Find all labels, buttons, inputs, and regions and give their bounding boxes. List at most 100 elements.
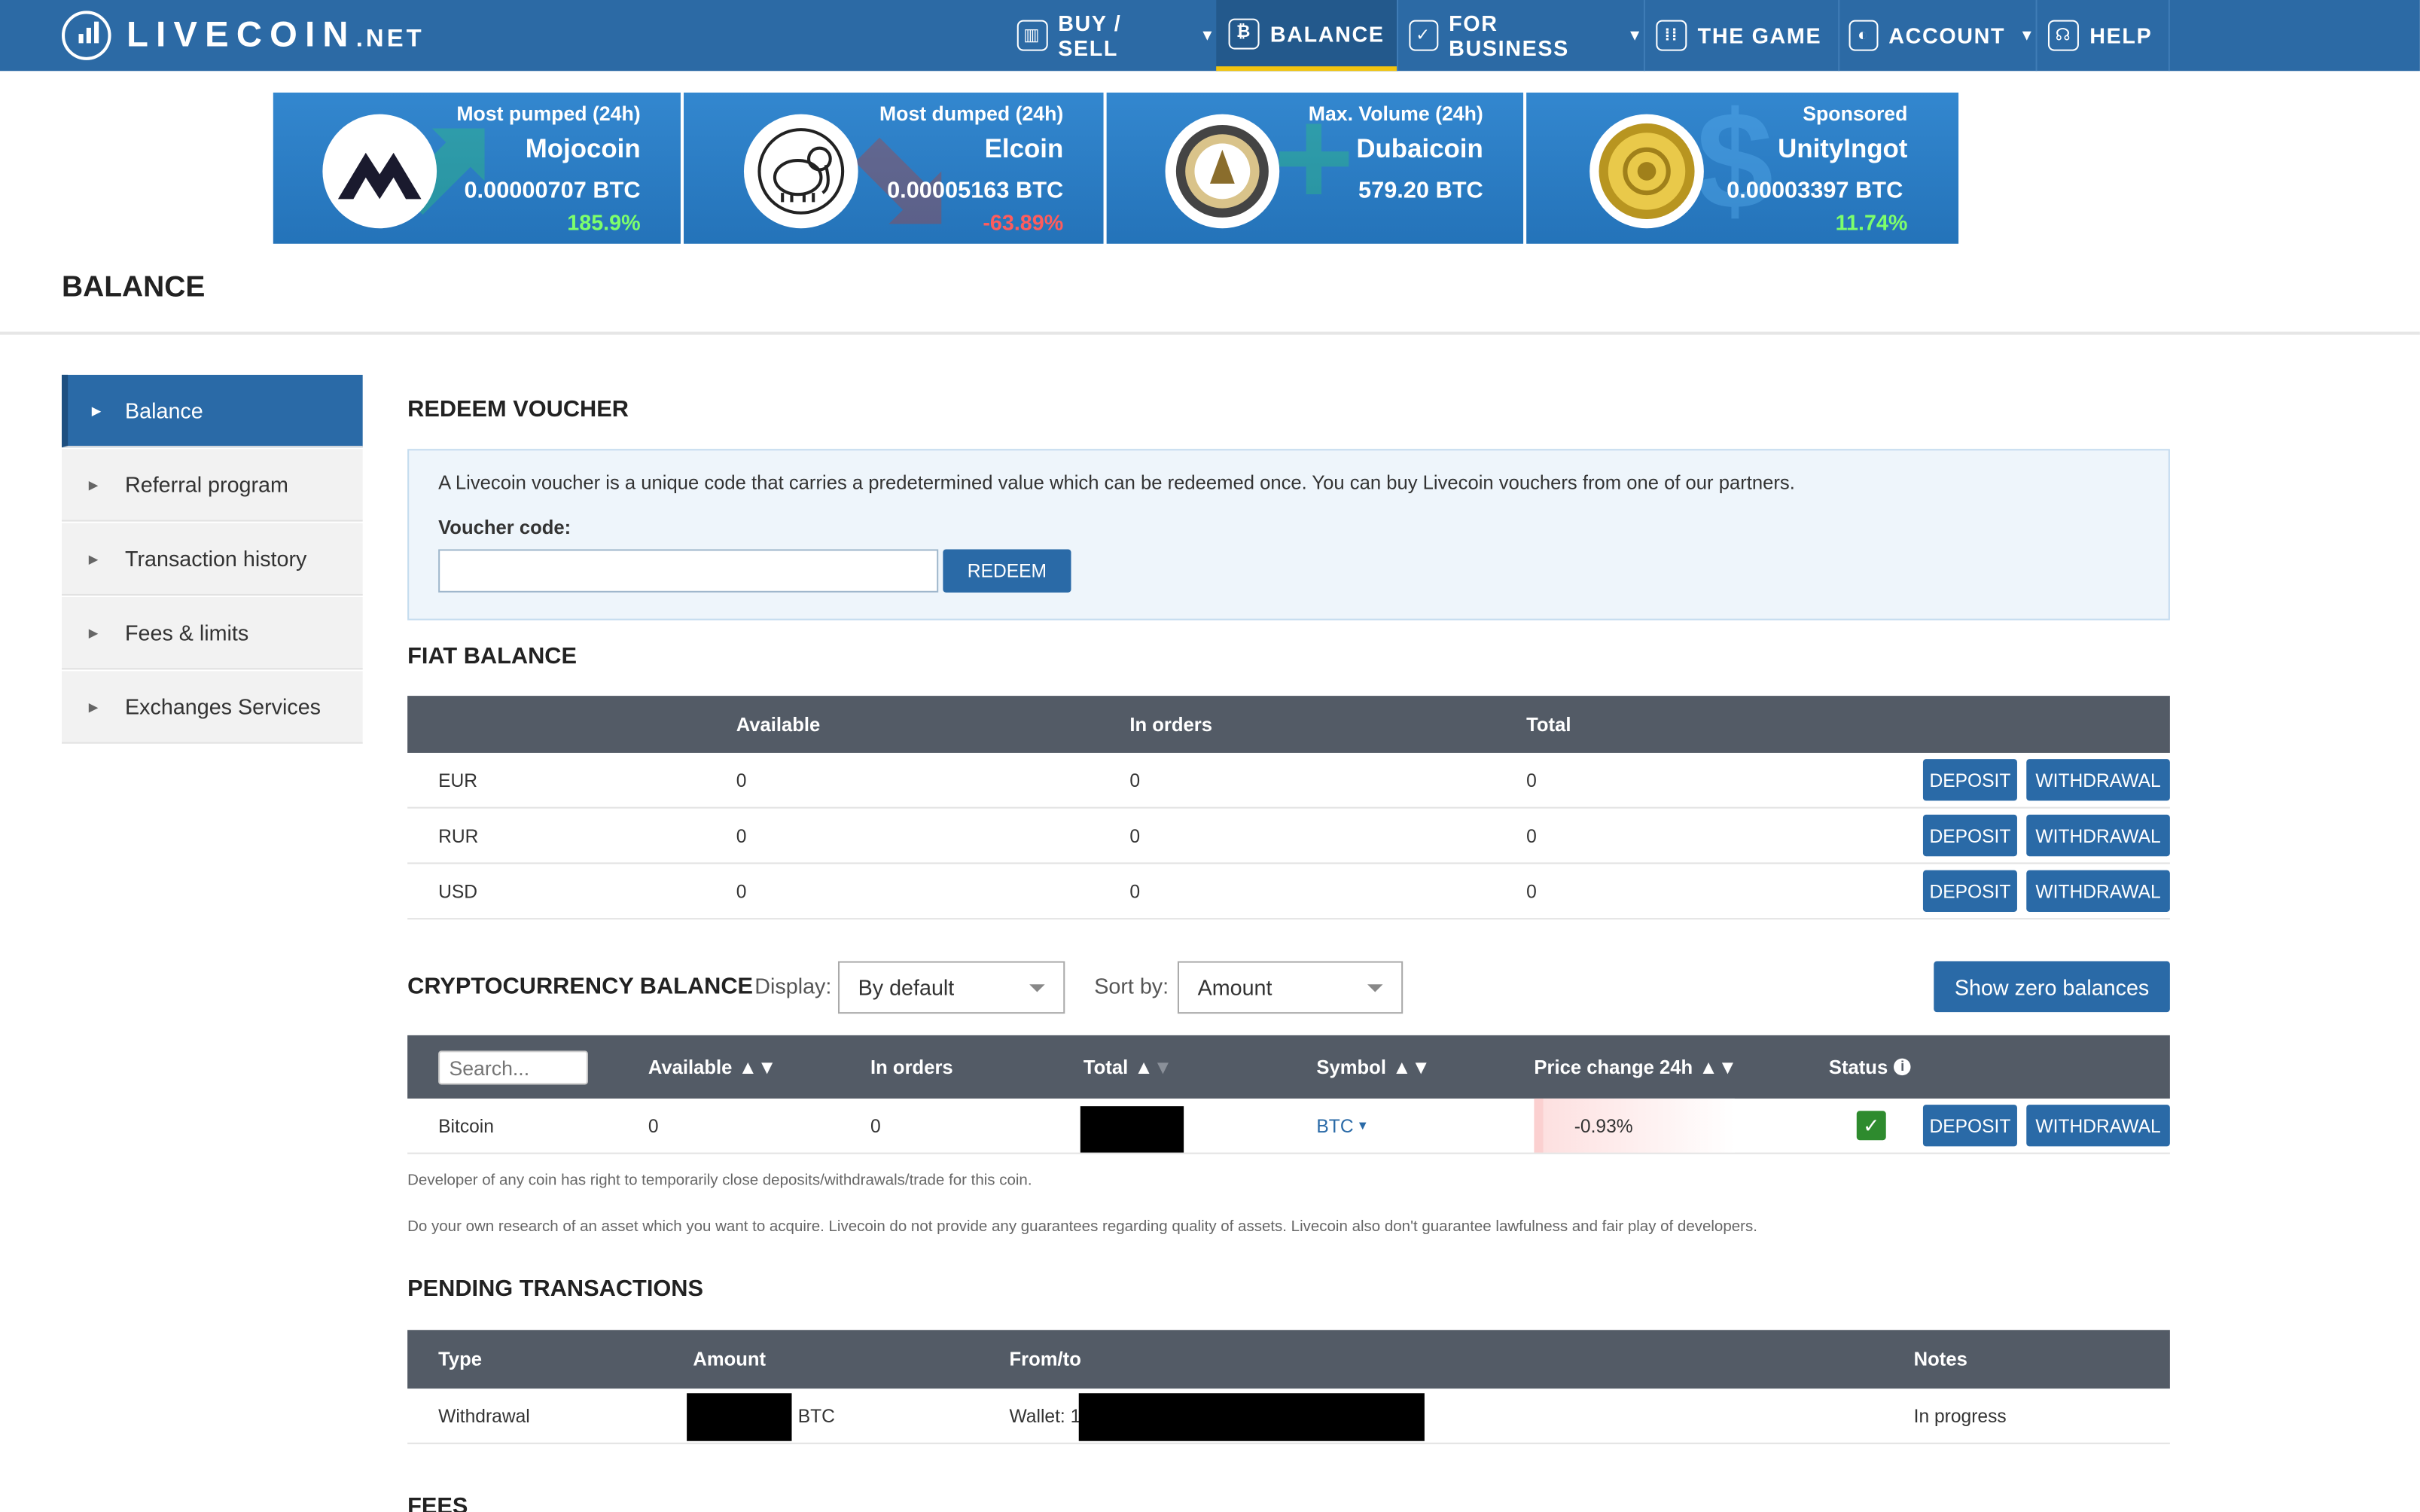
withdrawal-button[interactable]: WITHDRAWAL xyxy=(2026,759,2170,801)
fiat-table-header: Available In orders Total xyxy=(407,696,2170,753)
caret-right-icon: ▶ xyxy=(88,625,99,640)
nav-balance-label: BALANCE xyxy=(1269,20,1385,46)
header-divider xyxy=(0,331,2420,335)
col-symbol[interactable]: Symbol ▲▼ xyxy=(1316,1035,1430,1099)
wallet: Wallet: 1 xyxy=(1009,1404,1081,1427)
banner-price: 0.00003397 BTC xyxy=(1727,177,1903,204)
sidebar-item-transaction-history[interactable]: ▶ Transaction history xyxy=(61,523,363,596)
sort-arrows-icon: ▲▼ xyxy=(1392,1056,1431,1078)
sidebar-item-label: Transaction history xyxy=(125,546,307,572)
fees-title: FEES xyxy=(407,1493,468,1512)
withdrawal-button[interactable]: WITHDRAWAL xyxy=(2026,1105,2170,1147)
caret-down-icon xyxy=(1367,984,1383,992)
caret-right-icon: ▶ xyxy=(88,700,99,714)
deposit-button[interactable]: DEPOSIT xyxy=(1922,1105,2017,1147)
voucher-code-input[interactable] xyxy=(438,549,939,593)
fiat-row-usd: USD 0 0 0 DEPOSIT WITHDRAWAL xyxy=(407,864,2170,920)
col-in-orders: In orders xyxy=(1129,713,1213,736)
total: 0 xyxy=(1526,825,1537,846)
col-price-change[interactable]: Price change 24h ▲▼ xyxy=(1534,1035,1737,1099)
nav-help-label: HELP xyxy=(2089,23,2153,48)
currency: EUR xyxy=(438,769,478,791)
redacted-amount xyxy=(687,1393,792,1441)
sidebar-item-label: Fees & limits xyxy=(125,620,249,645)
sidebar-item-balance[interactable]: ▶ Balance xyxy=(61,374,363,448)
display-label: Display: xyxy=(754,973,832,998)
nav-buy-sell-label: BUY / SELL xyxy=(1058,11,1122,60)
info-icon[interactable]: i xyxy=(1894,1058,1911,1076)
mojocoin-logo xyxy=(322,114,437,229)
voucher-title: REDEEM VOUCHER xyxy=(407,396,629,423)
currency: RUR xyxy=(438,825,479,846)
fiat-row-rur: RUR 0 0 0 DEPOSIT WITHDRAWAL xyxy=(407,809,2170,864)
withdrawal-button[interactable]: WITHDRAWAL xyxy=(2026,814,2170,857)
banner-most-dumped[interactable]: ⬊ Most dumped (24h) Elcoin 0.00005163 BT… xyxy=(684,92,1104,244)
nav-the-game[interactable]: ⁞⁞ THE GAME xyxy=(1644,0,1838,71)
nav-buy-sell[interactable]: ▥ BUY / SELL ▼ xyxy=(1000,0,1216,71)
chevron-down-icon: ▼ xyxy=(2019,26,2036,44)
banner-label: Sponsored xyxy=(1803,102,1908,125)
sort-label: Sort by: xyxy=(1094,973,1169,998)
coin-name: Bitcoin xyxy=(438,1114,494,1137)
banner-coin-name: Elcoin xyxy=(984,134,1064,164)
sort-arrows-icon: ▲▼ xyxy=(738,1056,777,1078)
col-available[interactable]: Available ▲▼ xyxy=(648,1035,777,1099)
logo-chart-icon xyxy=(61,10,111,59)
symbol-dropdown[interactable]: BTC ▼ xyxy=(1316,1099,1369,1153)
banner-most-pumped[interactable]: ⬈ Most pumped (24h) Mojocoin 0.00000707 … xyxy=(273,92,681,244)
research-note: Do your own research of an asset which y… xyxy=(407,1218,1757,1236)
banner-price: 0.00005163 BTC xyxy=(887,177,1064,204)
total: 0 xyxy=(1526,879,1537,902)
in-orders: 0 xyxy=(1129,769,1141,791)
sort-arrows-icon: ▲▼ xyxy=(1699,1056,1738,1078)
show-zero-balances-button[interactable]: Show zero balances xyxy=(1934,961,2170,1013)
col-notes: Notes xyxy=(1913,1348,1967,1370)
dollar-icon: $ xyxy=(1696,92,1774,239)
withdrawal-button[interactable]: WITHDRAWAL xyxy=(2026,870,2170,912)
banner-price: 579.20 BTC xyxy=(1358,177,1483,204)
caret-right-icon: ▶ xyxy=(91,403,102,418)
redeem-button[interactable]: REDEEM xyxy=(943,549,1071,593)
col-type: Type xyxy=(438,1348,483,1370)
available: 0 xyxy=(736,769,747,791)
sort-select[interactable]: Amount xyxy=(1177,961,1404,1014)
unityingot-logo xyxy=(1589,114,1704,229)
col-in-orders: In orders xyxy=(870,1056,953,1078)
banner-sponsored[interactable]: $ Sponsored UnityIngot 0.00003397 BTC 11… xyxy=(1526,92,1959,244)
crypto-search-input[interactable] xyxy=(438,1050,588,1085)
headset-icon: ☊ xyxy=(2047,20,2079,51)
chart-icon: ▥ xyxy=(1016,20,1047,51)
sort-arrows-icon: ▲▼ xyxy=(1134,1056,1173,1078)
deposit-button[interactable]: DEPOSIT xyxy=(1922,870,2017,912)
sidebar-item-fees-limits[interactable]: ▶ Fees & limits xyxy=(61,596,363,670)
crypto-balance-title: CRYPTOCURRENCY BALANCE xyxy=(407,973,754,1000)
pending-table-header: Type Amount From/to Notes xyxy=(407,1330,2170,1389)
redacted-wallet xyxy=(1078,1393,1425,1441)
amount-currency: BTC xyxy=(797,1404,835,1427)
banner-change: 11.74% xyxy=(1835,209,1908,235)
display-select[interactable]: By default xyxy=(837,961,1065,1014)
sidebar-item-exchanges[interactable]: ▶ Exchanges Services xyxy=(61,671,363,744)
deposit-button[interactable]: DEPOSIT xyxy=(1922,814,2017,857)
col-total[interactable]: Total ▲▼ xyxy=(1084,1035,1172,1099)
banner-label: Max. Volume (24h) xyxy=(1308,102,1483,125)
page: LIVECOIN.NET ▥ BUY / SELL ▼ ₿ BALANCE ✓ … xyxy=(0,0,2420,1512)
banner-change: 185.9% xyxy=(567,209,641,235)
logo[interactable]: LIVECOIN.NET xyxy=(61,9,425,60)
nav-balance[interactable]: ₿ BALANCE xyxy=(1216,0,1397,72)
caret-down-icon: ▼ xyxy=(1356,1118,1369,1132)
price-change: -0.93% xyxy=(1534,1098,1735,1153)
col-available: Available xyxy=(736,713,821,736)
banner-max-volume[interactable]: + Max. Volume (24h) Dubaicoin 579.20 BTC xyxy=(1106,92,1524,244)
nav-account[interactable]: ◐ ACCOUNT ▼ xyxy=(1838,0,2035,71)
brand-tld: .NET xyxy=(355,26,425,53)
deposit-button[interactable]: DEPOSIT xyxy=(1922,759,2017,801)
in-orders: 0 xyxy=(1129,879,1141,902)
nav-the-game-label: THE GAME xyxy=(1697,23,1822,48)
banner-label: Most pumped (24h) xyxy=(456,102,641,125)
nav-help[interactable]: ☊ HELP xyxy=(2036,0,2169,71)
nav-for-business[interactable]: ✓ FOR BUSINESS ▼ xyxy=(1397,0,1644,71)
available: 0 xyxy=(736,825,747,846)
sidebar-item-referral[interactable]: ▶ Referral program xyxy=(61,449,363,522)
type: Withdrawal xyxy=(438,1404,530,1427)
